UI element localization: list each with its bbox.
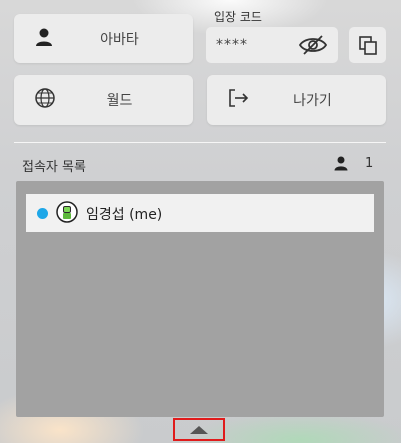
entry-code-label: 입장 코드 xyxy=(214,10,262,24)
copy-code-button[interactable] xyxy=(349,27,386,63)
eye-off-icon[interactable] xyxy=(298,34,328,60)
user-list-title: 접속자 목록 xyxy=(22,160,86,175)
exit-button-label: 나가기 xyxy=(293,93,332,109)
user-count: 1 xyxy=(333,155,373,171)
user-avatar-icon xyxy=(56,201,78,223)
entry-code-value: **** xyxy=(216,37,248,53)
user-name: 임경섭 (me) xyxy=(86,207,163,223)
online-status-dot xyxy=(37,208,48,219)
world-button-label: 월드 xyxy=(106,93,133,109)
divider xyxy=(14,142,386,143)
avatar-button-label: 아바타 xyxy=(100,31,139,48)
copy-icon xyxy=(359,36,377,55)
person-icon xyxy=(334,156,348,171)
collapse-panel-button[interactable] xyxy=(173,418,225,441)
avatar-button[interactable]: 아바타 xyxy=(14,14,193,63)
entry-code-field[interactable]: **** xyxy=(206,27,338,63)
exit-button[interactable]: 나가기 xyxy=(207,75,386,125)
user-list-item[interactable]: 임경섭 (me) xyxy=(26,194,374,232)
user-count-value: 1 xyxy=(365,155,374,171)
world-button[interactable]: 월드 xyxy=(14,75,193,125)
triangle-up-icon xyxy=(190,426,208,434)
